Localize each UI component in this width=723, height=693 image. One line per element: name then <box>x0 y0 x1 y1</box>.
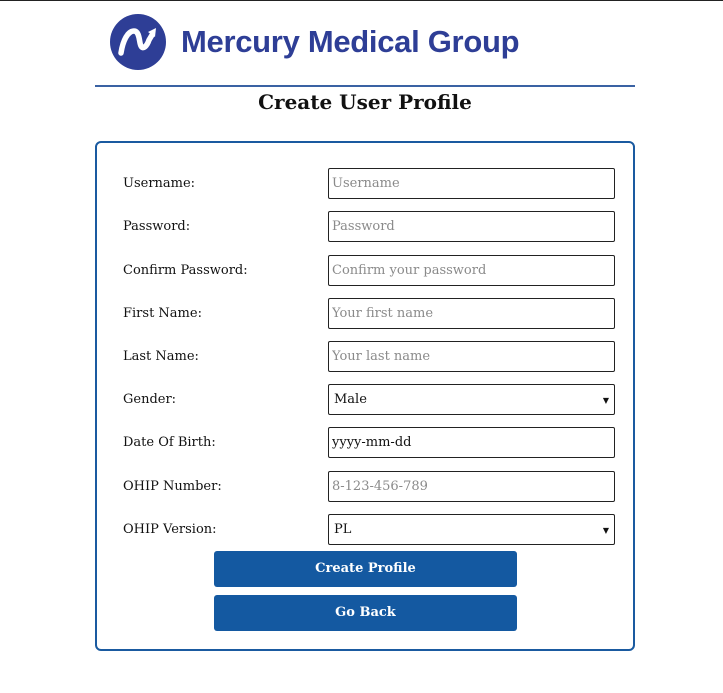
last-name-input[interactable] <box>328 341 615 372</box>
password-label: Password: <box>123 219 191 234</box>
username-row: Username: <box>97 168 633 199</box>
dropdown-arrow-icon: ▼ <box>602 526 609 535</box>
go-back-button[interactable]: Go Back <box>214 595 517 631</box>
brand-logo: Mercury Medical Group <box>110 13 520 71</box>
date-of-birth-row: Date Of Birth: <box>97 427 633 458</box>
first-name-row: First Name: <box>97 298 633 329</box>
password-row: Password: <box>97 211 633 242</box>
header-divider <box>95 85 635 87</box>
first-name-input[interactable] <box>328 298 615 329</box>
ohip-version-select[interactable]: PL ▼ <box>328 514 615 545</box>
confirm-password-input[interactable] <box>328 255 615 286</box>
last-name-row: Last Name: <box>97 341 633 372</box>
mercury-logo-icon <box>110 14 166 70</box>
page-title: Create User Profile <box>258 90 472 114</box>
ohip-version-label: OHIP Version: <box>123 522 217 537</box>
dropdown-arrow-icon: ▼ <box>602 396 609 405</box>
ohip-number-input[interactable] <box>328 471 615 502</box>
brand-name: Mercury Medical Group <box>181 24 520 59</box>
create-profile-button[interactable]: Create Profile <box>214 551 517 587</box>
ohip-number-row: OHIP Number: <box>97 471 633 502</box>
username-label: Username: <box>123 176 196 191</box>
gender-selected-value: Male <box>334 392 367 407</box>
gender-row: Gender: Male ▼ <box>97 384 633 415</box>
first-name-label: First Name: <box>123 306 202 321</box>
ohip-version-selected-value: PL <box>334 522 352 537</box>
password-input[interactable] <box>328 211 615 242</box>
date-of-birth-input[interactable] <box>328 427 615 458</box>
create-profile-form: Username: Password: Confirm Password: Fi… <box>95 141 635 651</box>
ohip-version-row: OHIP Version: PL ▼ <box>97 514 633 545</box>
ohip-number-label: OHIP Number: <box>123 479 222 494</box>
date-of-birth-label: Date Of Birth: <box>123 435 216 450</box>
last-name-label: Last Name: <box>123 349 199 364</box>
username-input[interactable] <box>328 168 615 199</box>
confirm-password-row: Confirm Password: <box>97 255 633 286</box>
gender-label: Gender: <box>123 392 177 407</box>
gender-select[interactable]: Male ▼ <box>328 384 615 415</box>
confirm-password-label: Confirm Password: <box>123 263 248 278</box>
